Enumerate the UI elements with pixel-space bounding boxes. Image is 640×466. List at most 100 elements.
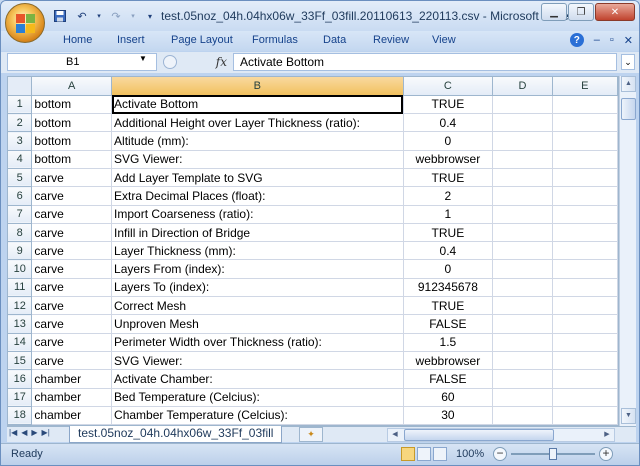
cell-a[interactable]: chamber xyxy=(31,406,113,425)
formula-bar-expand-circle-icon[interactable] xyxy=(163,55,177,69)
tab-insert[interactable]: Insert xyxy=(117,34,145,46)
cell-d[interactable] xyxy=(492,333,553,352)
normal-view-icon[interactable] xyxy=(401,447,415,461)
cell-e[interactable] xyxy=(552,278,618,298)
cell-d[interactable] xyxy=(492,406,553,425)
cell-b[interactable]: Chamber Temperature (Celcius): xyxy=(111,406,404,425)
vertical-scrollbar[interactable]: ▲ ▼ xyxy=(619,76,636,426)
scroll-right-icon[interactable]: ▶ xyxy=(600,429,614,441)
first-sheet-icon[interactable]: |◀ xyxy=(9,428,17,437)
cell-a[interactable]: carve xyxy=(31,205,113,224)
cell-c[interactable]: 912345678 xyxy=(403,278,494,298)
cell-b[interactable]: Import Coarseness (ratio): xyxy=(111,205,404,224)
cell-c[interactable]: 0.4 xyxy=(403,113,494,133)
sheet-tab[interactable]: test.05noz_04h.04hx06w_33Ff_03fill xyxy=(69,426,283,443)
cell-a[interactable]: bottom xyxy=(31,95,113,115)
cell-e[interactable] xyxy=(552,296,618,316)
cell-b[interactable]: Layer Thickness (mm): xyxy=(111,241,404,261)
close-button[interactable]: ✕ xyxy=(595,3,635,21)
cell-a[interactable]: bottom xyxy=(31,150,113,169)
tab-view[interactable]: View xyxy=(432,34,456,46)
cell-c[interactable]: FALSE xyxy=(403,369,494,389)
scroll-down-icon[interactable]: ▼ xyxy=(621,408,636,424)
row-header[interactable]: 14 xyxy=(8,333,33,352)
cell-b[interactable]: Bed Temperature (Celcius): xyxy=(111,388,404,407)
row-header[interactable]: 7 xyxy=(8,205,33,224)
row-header[interactable]: 6 xyxy=(8,186,33,206)
maximize-button[interactable]: ❐ xyxy=(568,3,594,21)
last-sheet-icon[interactable]: ▶| xyxy=(42,428,50,437)
cell-d[interactable] xyxy=(492,369,553,389)
cell-d[interactable] xyxy=(492,241,553,261)
cell-c[interactable]: TRUE xyxy=(403,95,494,115)
redo-icon[interactable]: ↷ xyxy=(107,8,125,24)
save-icon[interactable] xyxy=(51,8,69,24)
row-header[interactable]: 11 xyxy=(8,278,33,298)
workbook-close-button[interactable]: ✕ xyxy=(624,34,633,47)
cell-d[interactable] xyxy=(492,113,553,133)
cell-e[interactable] xyxy=(552,150,618,169)
scroll-left-icon[interactable]: ◀ xyxy=(388,429,402,441)
cell-a[interactable]: carve xyxy=(31,296,113,316)
page-layout-view-icon[interactable] xyxy=(417,447,431,461)
cell-b[interactable]: Perimeter Width over Thickness (ratio): xyxy=(111,333,404,352)
cell-e[interactable] xyxy=(552,205,618,224)
zoom-out-icon[interactable]: − xyxy=(493,447,507,461)
cell-d[interactable] xyxy=(492,296,553,316)
cell-d[interactable] xyxy=(492,388,553,407)
cell-e[interactable] xyxy=(552,241,618,261)
cell-b[interactable]: Activate Chamber: xyxy=(111,369,404,389)
cell-c[interactable]: 30 xyxy=(403,406,494,425)
cell-c[interactable]: 1 xyxy=(403,205,494,224)
cell-d[interactable] xyxy=(492,223,553,243)
worksheet-grid[interactable]: A B C D E 1 bottom Activate Bottom TRUE 2 bot… xyxy=(7,76,619,426)
cell-e[interactable] xyxy=(552,168,618,188)
zoom-in-icon[interactable]: + xyxy=(599,447,613,461)
row-header[interactable]: 5 xyxy=(8,168,33,188)
cell-table[interactable]: A B C D E 1 bottom Activate Bottom TRUE 2 bot… xyxy=(8,77,618,425)
cell-d[interactable] xyxy=(492,351,553,371)
name-box-dropdown-icon[interactable]: ▼ xyxy=(139,54,147,63)
cell-a[interactable]: carve xyxy=(31,223,113,243)
cell-a[interactable]: carve xyxy=(31,186,113,206)
help-icon[interactable]: ? xyxy=(569,33,584,47)
name-box[interactable]: B1 xyxy=(7,53,157,71)
tab-page-layout[interactable]: Page Layout xyxy=(171,34,233,46)
cell-a[interactable]: bottom xyxy=(31,131,113,151)
cell-b[interactable]: Add Layer Template to SVG xyxy=(111,168,404,188)
row-header[interactable]: 15 xyxy=(8,351,33,371)
cell-a[interactable]: carve xyxy=(31,168,113,188)
minimize-button[interactable]: ▁ xyxy=(541,3,567,21)
row-header[interactable]: 18 xyxy=(8,406,33,425)
cell-a[interactable]: chamber xyxy=(31,369,113,389)
undo-dropdown-icon[interactable]: ▾ xyxy=(95,8,103,24)
tab-home[interactable]: Home xyxy=(63,34,92,46)
column-header-e[interactable]: E xyxy=(552,77,618,96)
cell-b[interactable]: Layers From (index): xyxy=(111,259,404,279)
cell-e[interactable] xyxy=(552,113,618,133)
cell-d[interactable] xyxy=(492,205,553,224)
cell-b[interactable]: Unproven Mesh xyxy=(111,314,404,334)
column-header-b[interactable]: B xyxy=(111,77,404,96)
cell-e[interactable] xyxy=(552,259,618,279)
undo-icon[interactable]: ↶ xyxy=(73,8,91,24)
cell-b[interactable]: Layers To (index): xyxy=(111,278,404,298)
vertical-scroll-thumb[interactable] xyxy=(621,98,636,120)
cell-c[interactable]: 0 xyxy=(403,131,494,151)
page-break-view-icon[interactable] xyxy=(433,447,447,461)
cell-d[interactable] xyxy=(492,131,553,151)
cell-d[interactable] xyxy=(492,278,553,298)
horizontal-scrollbar[interactable]: ◀ ▶ xyxy=(387,428,615,442)
cell-c[interactable]: TRUE xyxy=(403,296,494,316)
formula-input[interactable]: Activate Bottom xyxy=(233,53,617,71)
cell-d[interactable] xyxy=(492,314,553,334)
cell-c[interactable]: 0 xyxy=(403,259,494,279)
tab-formulas[interactable]: Formulas xyxy=(252,34,298,46)
cell-c[interactable]: 2 xyxy=(403,186,494,206)
cell-e[interactable] xyxy=(552,223,618,243)
cell-c[interactable]: 60 xyxy=(403,388,494,407)
column-header-a[interactable]: A xyxy=(31,77,113,96)
office-button[interactable] xyxy=(5,3,45,43)
cell-a[interactable]: carve xyxy=(31,333,113,352)
row-header[interactable]: 3 xyxy=(8,131,33,151)
